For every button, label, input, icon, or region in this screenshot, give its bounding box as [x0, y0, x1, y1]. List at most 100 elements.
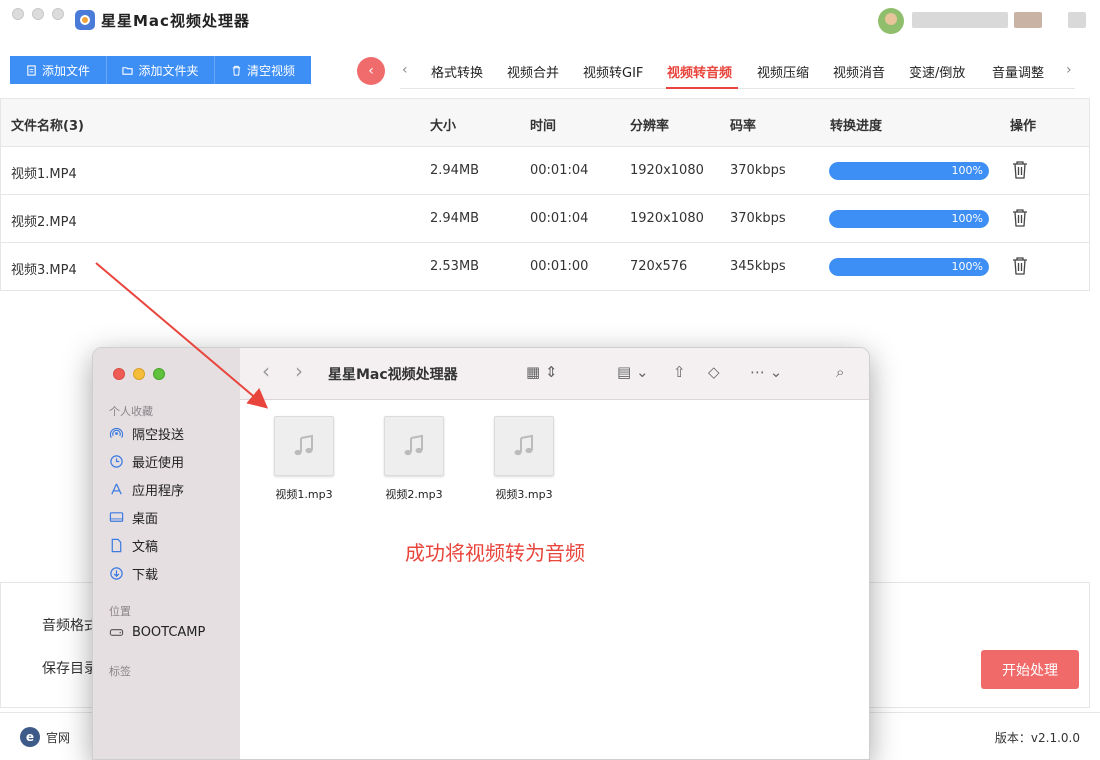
airdrop-icon	[109, 427, 124, 439]
sidebar-item-download[interactable]: 下载	[109, 564, 158, 583]
version-label: 版本：v2.1.0.0	[994, 731, 1080, 745]
delete-row-icon[interactable]	[1011, 208, 1029, 228]
start-processing-button[interactable]: 开始处理	[981, 650, 1079, 689]
app-title: 星星Mac视频处理器	[101, 12, 250, 30]
conversion-progress-bar: 100%	[829, 162, 989, 180]
file-name: 视频2.mp3	[385, 488, 443, 501]
delete-row-icon[interactable]	[1011, 256, 1029, 276]
cell-size: 2.94MB	[430, 163, 480, 178]
sidebar-item-applications[interactable]: 应用程序	[109, 480, 184, 499]
header-bitrate: 码率	[730, 119, 757, 134]
audio-file-item[interactable]: 视频3.mp3	[474, 416, 574, 502]
conversion-progress-bar: 100%	[829, 210, 989, 228]
sidebar-item-label: 下载	[132, 568, 159, 583]
file-icon	[27, 64, 36, 76]
table-row[interactable]: 视频2.MP4 2.94MB 00:01:04 1920x1080 370kbps 100…	[0, 195, 1090, 243]
nav-back-button[interactable]: ‹	[357, 57, 385, 85]
trash-icon	[232, 65, 241, 76]
tab-speed-reverse[interactable]: 变速/倒放	[909, 62, 965, 81]
add-file-label: 添加文件	[41, 63, 90, 78]
add-folder-button[interactable]: 添加文件夹	[107, 56, 215, 84]
group-by-icon[interactable]: ▤ ⌄	[617, 363, 649, 381]
finder-zoom-button[interactable]	[153, 368, 165, 380]
header-action: 操作	[1010, 119, 1037, 134]
user-badge-redacted	[1014, 12, 1042, 28]
title-bar: 星星Mac视频处理器	[0, 0, 1100, 40]
file-name: 视频3.mp3	[495, 488, 553, 501]
desktop-icon	[109, 512, 124, 522]
applications-icon	[111, 483, 122, 495]
clear-video-label: 清空视频	[246, 63, 295, 78]
app-logo	[75, 10, 95, 30]
sidebar-item-bootcamp[interactable]: BOOTCAMP	[109, 625, 205, 640]
menu-redacted[interactable]	[1068, 12, 1086, 28]
progress-text: 100%	[951, 164, 983, 177]
table-row[interactable]: 视频1.MP4 2.94MB 00:01:04 1920x1080 370kbps 100…	[0, 147, 1090, 195]
tab-scroll-right-icon[interactable]: ›	[1066, 62, 1072, 78]
forward-chevron-icon[interactable]: ›	[295, 359, 303, 383]
tab-video-mute[interactable]: 视频消音	[833, 62, 885, 81]
finder-minimize-button[interactable]	[133, 368, 145, 380]
cell-bitrate: 370kbps	[730, 163, 786, 178]
audio-format-label: 音频格式	[42, 618, 98, 634]
tab-format-convert[interactable]: 格式转换	[431, 62, 483, 81]
cell-size: 2.53MB	[430, 259, 480, 274]
more-actions-icon[interactable]: ⋯ ⌄	[750, 363, 782, 381]
tags-header: 标签	[109, 665, 131, 678]
user-avatar[interactable]	[878, 8, 904, 34]
add-file-button[interactable]: 添加文件	[10, 56, 107, 84]
music-file-icon	[384, 416, 444, 476]
cell-time: 00:01:04	[530, 211, 589, 226]
sidebar-item-document[interactable]: 文稿	[109, 536, 158, 555]
delete-row-icon[interactable]	[1011, 160, 1029, 180]
file-name: 视频1.mp3	[275, 488, 333, 501]
cell-resolution: 720x576	[630, 259, 688, 274]
cell-name: 视频2.MP4	[11, 215, 77, 230]
tab-video-compress[interactable]: 视频压缩	[757, 62, 809, 81]
sidebar-item-label: BOOTCAMP	[132, 625, 206, 640]
tag-icon[interactable]: ◇	[708, 363, 720, 381]
audio-file-item[interactable]: 视频1.mp3	[254, 416, 354, 502]
sidebar-item-label: 隔空投送	[132, 428, 185, 443]
official-site-icon[interactable]: e	[20, 727, 40, 747]
user-name-redacted	[912, 12, 1008, 28]
tab-video-to-audio[interactable]: 视频转音频	[667, 62, 732, 81]
clear-video-button[interactable]: 清空视频	[215, 56, 311, 84]
grid-view-icon[interactable]: ▦ ⇕	[526, 363, 558, 381]
finder-close-button[interactable]	[113, 368, 125, 380]
tab-video-merge[interactable]: 视频合并	[507, 62, 559, 81]
zoom-window-button[interactable]	[52, 8, 64, 20]
minimize-window-button[interactable]	[32, 8, 44, 20]
save-directory-label: 保存目录	[42, 661, 98, 677]
cell-name: 视频3.MP4	[11, 263, 77, 278]
header-name: 文件名称(3)	[11, 119, 84, 134]
sidebar-item-desktop[interactable]: 桌面	[109, 508, 158, 527]
search-icon[interactable]: ⌕	[836, 363, 844, 381]
add-folder-label: 添加文件夹	[138, 63, 199, 78]
official-site-link[interactable]: 官网	[46, 729, 70, 746]
cell-bitrate: 370kbps	[730, 211, 786, 226]
music-file-icon	[274, 416, 334, 476]
file-table: 文件名称(3) 大小 时间 分辨率 码率 转换进度 操作 视频1.MP4 2.94…	[0, 98, 1090, 291]
progress-text: 100%	[951, 212, 983, 225]
cell-resolution: 1920x1080	[630, 163, 704, 178]
sidebar-item-clock[interactable]: 最近使用	[109, 452, 184, 471]
back-chevron-icon[interactable]: ‹	[262, 359, 270, 383]
table-row[interactable]: 视频3.MP4 2.53MB 00:01:00 720x576 345kbps 100%	[0, 243, 1090, 291]
sidebar-item-airdrop[interactable]: 隔空投送	[109, 424, 184, 443]
table-header-row: 文件名称(3) 大小 时间 分辨率 码率 转换进度 操作	[0, 99, 1090, 147]
tab-scroll-left-icon[interactable]: ‹	[402, 62, 408, 78]
audio-file-item[interactable]: 视频2.mp3	[364, 416, 464, 502]
conversion-progress-bar: 100%	[829, 258, 989, 276]
close-window-button[interactable]	[12, 8, 24, 20]
tab-video-to-gif[interactable]: 视频转GIF	[583, 62, 643, 81]
cell-name: 视频1.MP4	[11, 167, 77, 182]
header-time: 时间	[530, 119, 557, 134]
drive-icon	[109, 629, 124, 636]
sidebar-item-label: 桌面	[132, 512, 159, 527]
tab-volume-adjust[interactable]: 音量调整	[992, 62, 1044, 81]
finder-title: 星星Mac视频处理器	[328, 367, 458, 383]
sidebar-item-label: 应用程序	[132, 484, 185, 499]
share-icon[interactable]: ⇧	[673, 363, 686, 381]
chevron-left-icon: ‹	[368, 63, 374, 79]
